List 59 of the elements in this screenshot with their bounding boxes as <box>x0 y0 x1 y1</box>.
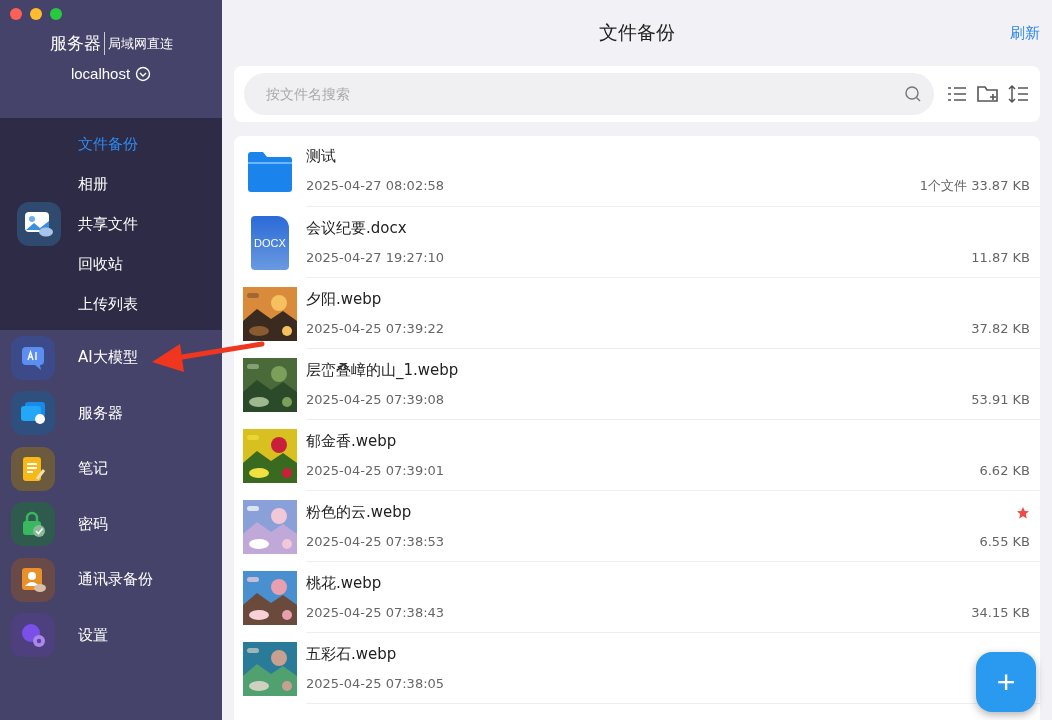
star-icon <box>1016 505 1030 520</box>
nav-item[interactable]: 通讯录备份 <box>0 552 222 608</box>
nav-item[interactable]: AI大模型 <box>0 330 222 386</box>
file-name[interactable]: 郁金香.webp <box>306 432 397 451</box>
file-size: 53.91 KB <box>971 392 1030 407</box>
search-bar[interactable]: 按文件名搜索 <box>244 73 934 115</box>
file-name[interactable]: 夕阳.webp <box>306 290 382 309</box>
nav-item[interactable]: 笔记 <box>0 441 222 497</box>
page-title: 文件备份 <box>599 20 675 45</box>
maximize-button[interactable] <box>50 8 62 20</box>
ai-chat-icon <box>11 335 55 380</box>
file-date: 2025-04-25 07:38:43 <box>306 605 445 620</box>
nav-item[interactable]: 密码 <box>0 496 222 552</box>
file-date: 2025-04-25 07:39:22 <box>306 321 445 336</box>
file-name[interactable]: 层峦叠嶂的山_1.webp <box>306 361 459 380</box>
file-date: 2025-04-25 07:39:08 <box>306 392 445 407</box>
contact-icon <box>11 557 55 602</box>
minimize-button[interactable] <box>30 8 42 20</box>
submenu-item[interactable]: 文件备份 <box>78 134 138 154</box>
new-folder-icon[interactable] <box>976 84 1000 104</box>
lock-icon <box>11 502 55 547</box>
file-size: 34.15 KB <box>971 605 1030 620</box>
host-name: localhost <box>70 65 131 82</box>
file-name[interactable]: 测试 <box>306 147 336 167</box>
file-date: 2025-04-25 07:38:05 <box>306 676 445 691</box>
file-name[interactable]: 桃花.webp <box>306 574 382 593</box>
file-date: 2025-04-27 08:02:58 <box>306 178 445 194</box>
file-name[interactable]: 粉色的云.webp <box>306 503 412 522</box>
sort-icon[interactable] <box>1008 84 1030 104</box>
document-icon: DOCX <box>251 215 289 270</box>
monitor-icon <box>11 391 55 436</box>
settings-icon <box>11 613 55 658</box>
nav-item[interactable]: 服务器 <box>0 385 222 441</box>
file-date: 2025-04-25 07:38:53 <box>306 534 445 549</box>
list-check-icon[interactable] <box>946 84 968 104</box>
dropdown-icon[interactable] <box>135 65 152 82</box>
submenu-item[interactable]: 相册 <box>78 174 138 194</box>
file-size: 37.82 KB <box>971 321 1030 336</box>
folder-icon <box>246 150 294 193</box>
file-size: 1个文件 33.87 KB <box>919 176 1030 195</box>
note-icon <box>11 446 55 491</box>
server-title: 服务器 <box>49 32 105 55</box>
file-name[interactable]: 五彩石.webp <box>306 645 397 664</box>
file-date: 2025-04-25 07:39:01 <box>306 463 445 478</box>
nav-item[interactable]: 设置 <box>0 607 222 663</box>
close-button[interactable] <box>10 8 22 20</box>
file-size: 6.62 KB <box>979 463 1030 478</box>
submenu-item[interactable]: 共享文件 <box>78 214 138 234</box>
file-size: 6.55 KB <box>979 534 1030 549</box>
search-icon[interactable] <box>904 85 922 103</box>
refresh-link[interactable]: 刷新 <box>1010 23 1040 43</box>
search-field[interactable]: 按文件名搜索 <box>264 85 904 103</box>
file-date: 2025-04-27 19:27:10 <box>306 250 445 265</box>
connection-mode: 局域网直连 <box>106 34 173 53</box>
file-name[interactable]: 会议纪要.docx <box>306 219 407 238</box>
submenu-item[interactable]: 回收站 <box>78 254 138 274</box>
file-size: 11.87 KB <box>971 250 1030 265</box>
submenu-item[interactable]: 上传列表 <box>78 294 138 314</box>
photo-icon[interactable] <box>17 202 61 246</box>
